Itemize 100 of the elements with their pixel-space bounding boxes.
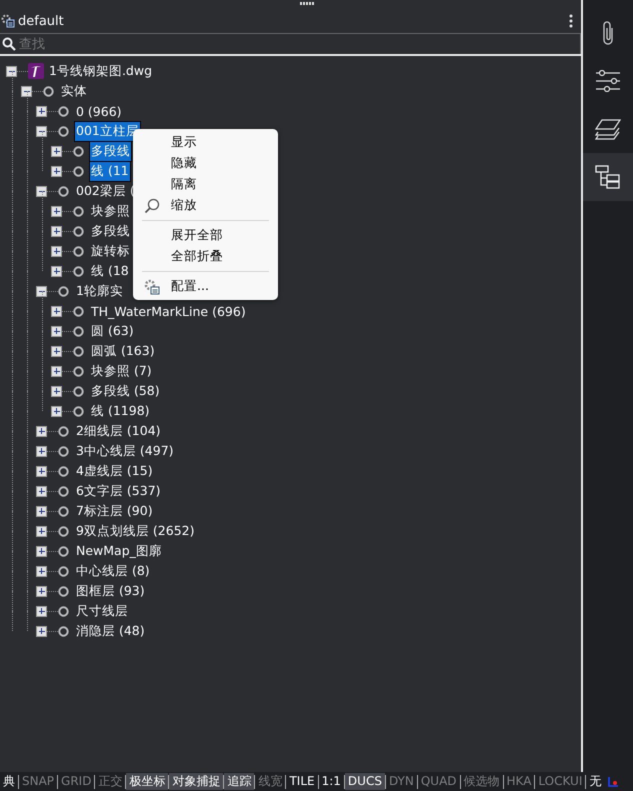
menu-item[interactable]: 隔离 (133, 174, 278, 195)
tree-item[interactable]: 线 (18 (89, 260, 131, 282)
expand-toggle[interactable] (36, 606, 47, 616)
expand-toggle[interactable] (36, 546, 47, 556)
expand-toggle[interactable] (51, 206, 62, 216)
ucs-icon[interactable] (606, 774, 620, 788)
tree-item[interactable]: 中心线层 (8) (74, 560, 152, 582)
expand-toggle[interactable] (51, 266, 62, 276)
status-toggle[interactable]: HKA (504, 773, 534, 790)
status-toggle[interactable]: DYN (386, 773, 417, 790)
status-toggle[interactable]: 1:1 (318, 773, 344, 790)
tree-item[interactable]: 块参照 (89, 200, 132, 222)
status-toggle[interactable]: 对象捕捉 (169, 773, 224, 790)
status-toggle[interactable]: 典 (0, 773, 18, 790)
tree-item[interactable]: 线 (11 (89, 160, 131, 182)
expand-toggle[interactable] (51, 346, 62, 356)
expand-toggle[interactable] (51, 226, 62, 236)
collapse-toggle[interactable] (6, 66, 17, 76)
tree-item[interactable]: 1轮廓实 (74, 280, 125, 302)
expand-toggle[interactable] (51, 166, 62, 176)
tree-item[interactable]: 多段线 (58) (89, 380, 162, 402)
tree-item[interactable]: 0 (966) (74, 102, 124, 120)
tree-item[interactable]: 块参照 (7) (89, 360, 154, 382)
tree-item[interactable]: NewMap_图廓 (74, 540, 164, 562)
layer-circle-icon (58, 526, 69, 536)
tree-item[interactable]: 6文字层 (537) (74, 480, 163, 502)
expand-toggle[interactable] (36, 446, 47, 456)
tree-item[interactable]: 1号线钢架图.dwg (47, 60, 154, 82)
tree-item[interactable]: 旋转标 (89, 240, 132, 262)
tree-item[interactable]: 3中心线层 (497) (74, 440, 176, 462)
expand-toggle[interactable] (36, 466, 47, 476)
layer-circle-icon (58, 446, 69, 456)
more-menu-icon[interactable] (569, 14, 573, 28)
tree-item[interactable]: 圆 (63) (89, 320, 136, 342)
drag-handle[interactable] (300, 2, 314, 5)
tree-structure-icon (595, 165, 621, 189)
status-toggle[interactable]: SNAP (19, 773, 58, 790)
search-input[interactable]: 查找 (19, 36, 578, 52)
expand-toggle[interactable] (36, 586, 47, 596)
layer-circle-icon (58, 466, 69, 476)
menu-item[interactable]: 全部折叠 (133, 246, 278, 267)
expand-toggle[interactable] (36, 106, 47, 116)
menu-item[interactable]: 隐藏 (133, 153, 278, 174)
status-toggle[interactable]: TILE (286, 773, 318, 790)
layer-circle-icon (58, 606, 69, 616)
tree-item[interactable]: 9双点划线层 (2652) (74, 520, 196, 542)
sliders-icon (595, 70, 621, 92)
collapse-toggle[interactable] (21, 86, 32, 96)
status-toggle[interactable]: QUAD (418, 773, 460, 790)
layer-circle-icon (58, 186, 69, 196)
tree-item[interactable]: 多段线 (89, 220, 132, 242)
expand-toggle[interactable] (51, 386, 62, 396)
tree-item[interactable]: 消隐层 (48) (74, 620, 147, 642)
status-toggle[interactable]: GRID (58, 773, 94, 790)
collapse-toggle[interactable] (36, 286, 47, 296)
file-logo-icon (28, 63, 44, 79)
expand-toggle[interactable] (51, 406, 62, 416)
expand-toggle[interactable] (51, 326, 62, 336)
tree-item[interactable]: 2细线层 (104) (74, 420, 163, 442)
expand-toggle[interactable] (36, 506, 47, 516)
layer-circle-icon (73, 226, 84, 236)
expand-toggle[interactable] (36, 426, 47, 436)
menu-item[interactable]: 展开全部 (133, 225, 278, 246)
expand-toggle[interactable] (36, 626, 47, 636)
status-toggle[interactable]: 追踪 (224, 773, 254, 790)
status-toggle[interactable]: 候选物 (460, 773, 503, 790)
layer-circle-icon (73, 406, 84, 416)
tree-item[interactable]: 线 (1198) (89, 400, 152, 422)
tree-item[interactable]: TH_WaterMarkLine (696) (89, 302, 248, 320)
layer-circle-icon (73, 386, 84, 396)
status-toggle[interactable]: 线宽 (255, 773, 286, 790)
layer-circle-icon (58, 586, 69, 596)
expand-toggle[interactable] (36, 526, 47, 536)
status-toggle[interactable]: 极坐标 (126, 773, 168, 790)
search-field[interactable]: 查找 (0, 33, 581, 54)
status-toggle[interactable]: DUCS (344, 773, 385, 790)
expand-toggle[interactable] (51, 246, 62, 256)
sidebar-tab[interactable] (583, 153, 633, 201)
expand-toggle[interactable] (51, 366, 62, 376)
tree-item[interactable]: 4虚线层 (15) (74, 460, 155, 482)
layer-circle-icon (73, 306, 84, 316)
menu-item[interactable]: 配置... (133, 276, 278, 297)
menu-item[interactable]: 缩放 (133, 195, 278, 216)
expand-toggle[interactable] (51, 146, 62, 156)
collapse-toggle[interactable] (36, 126, 47, 136)
layer-circle-icon (73, 266, 84, 276)
tree-item[interactable]: 圆弧 (163) (89, 340, 157, 362)
status-toggle[interactable]: 无 (586, 773, 604, 790)
layer-circle-icon (73, 206, 84, 216)
expand-toggle[interactable] (36, 566, 47, 576)
tree-item[interactable]: 实体 (59, 80, 89, 102)
collapse-toggle[interactable] (36, 186, 47, 196)
status-toggle[interactable]: LOCKUI (535, 773, 586, 790)
expand-toggle[interactable] (51, 306, 62, 316)
tree-item[interactable]: 尺寸线层 (74, 600, 130, 622)
status-toggle[interactable]: 正交 (95, 773, 126, 790)
tree-item[interactable]: 多段线 (89, 140, 132, 162)
tree-item[interactable]: 图框层 (93) (74, 580, 147, 602)
expand-toggle[interactable] (36, 486, 47, 496)
tree-item[interactable]: 7标注层 (90) (74, 500, 155, 522)
